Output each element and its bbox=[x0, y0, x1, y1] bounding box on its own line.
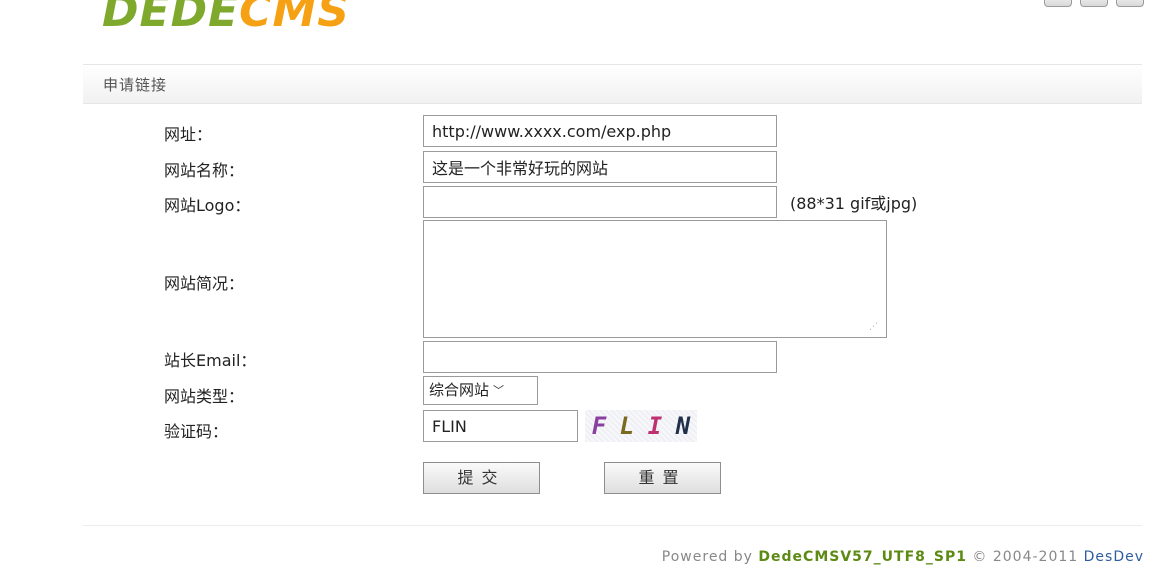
captcha-image[interactable]: F L I N bbox=[585, 410, 697, 442]
submit-button[interactable]: 提交 bbox=[423, 462, 540, 494]
site-name-label: 网站名称： bbox=[164, 161, 245, 180]
logo-part-cms: CMS bbox=[239, 0, 350, 37]
footer-copyright: © 2004-2011 bbox=[972, 549, 1079, 565]
site-type-select[interactable]: 综合网站 ﹀ bbox=[423, 376, 538, 405]
window-button[interactable] bbox=[1116, 0, 1144, 7]
logo-part-dede: DEDE bbox=[102, 0, 240, 37]
captcha-char: I bbox=[647, 412, 663, 440]
captcha-char: L bbox=[619, 412, 635, 440]
logo-size-hint: (88*31 gif或jpg) bbox=[790, 194, 918, 213]
chevron-down-icon: ﹀ bbox=[493, 384, 505, 397]
window-controls bbox=[1044, 0, 1144, 7]
footer-divider bbox=[83, 525, 1142, 526]
footer: Powered by DedeCMSV57_UTF8_SP1 © 2004-20… bbox=[662, 549, 1144, 565]
site-name-input[interactable] bbox=[423, 151, 777, 183]
captcha-label: 验证码： bbox=[164, 422, 229, 441]
email-input[interactable] bbox=[423, 341, 777, 373]
section-header: 申请链接 bbox=[83, 64, 1142, 104]
site-intro-textarea[interactable] bbox=[423, 220, 887, 338]
dedecms-logo: DEDECMS bbox=[102, 0, 350, 37]
site-intro-label: 网站简况： bbox=[164, 274, 245, 293]
reset-button[interactable]: 重置 bbox=[604, 462, 721, 494]
site-type-label: 网站类型： bbox=[164, 387, 245, 406]
site-type-selected: 综合网站 bbox=[429, 381, 490, 399]
footer-version-link[interactable]: DedeCMSV57_UTF8_SP1 bbox=[758, 549, 967, 565]
site-logo-input[interactable] bbox=[423, 186, 777, 218]
footer-prefix: Powered by bbox=[661, 549, 753, 565]
site-logo-label: 网站Logo： bbox=[164, 196, 251, 215]
window-button[interactable] bbox=[1044, 0, 1072, 7]
email-label: 站长Email： bbox=[164, 351, 257, 370]
captcha-input[interactable] bbox=[423, 410, 578, 442]
url-label: 网址： bbox=[164, 125, 213, 144]
url-input[interactable] bbox=[423, 115, 777, 147]
captcha-char: F bbox=[591, 412, 607, 440]
footer-company-link[interactable]: DesDev bbox=[1084, 549, 1144, 565]
captcha-char: N bbox=[675, 412, 691, 440]
window-button[interactable] bbox=[1080, 0, 1108, 7]
resize-grip-icon[interactable]: ⋰ bbox=[869, 322, 878, 332]
section-title: 申请链接 bbox=[103, 76, 168, 94]
